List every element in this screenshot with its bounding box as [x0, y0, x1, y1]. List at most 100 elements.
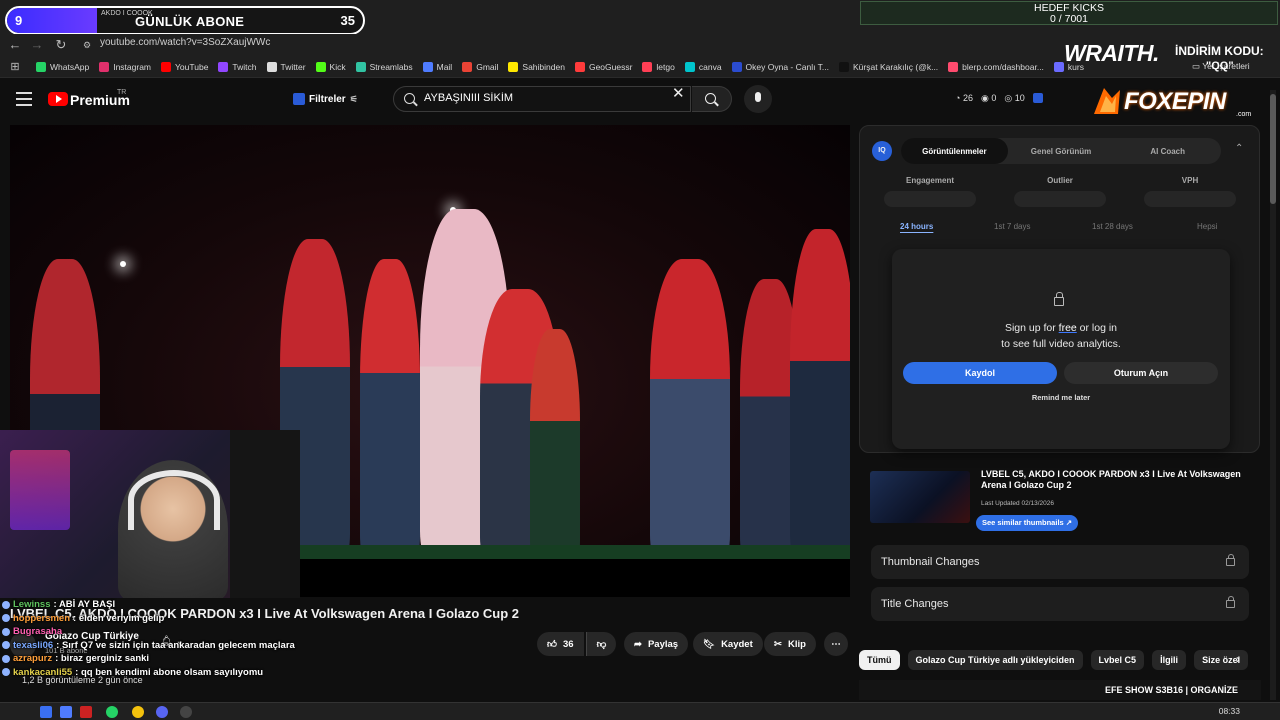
signup-button[interactable]: Kaydol: [903, 362, 1057, 384]
whatsapp-icon[interactable]: [106, 706, 118, 718]
bookmark-item[interactable]: Sahibinden: [508, 56, 565, 78]
bookmark-favicon-icon: [218, 62, 229, 72]
metric-engagement: Engagement: [905, 176, 954, 185]
reload-icon[interactable]: ↻: [52, 36, 70, 54]
scrollbar-thumb[interactable]: [1270, 94, 1276, 204]
app-icon[interactable]: [60, 706, 72, 718]
explorer-icon[interactable]: [40, 706, 52, 718]
url-field[interactable]: youtube.com/watch?v=3SoZXaujWWc: [100, 37, 270, 48]
youtube-logo-icon[interactable]: [48, 92, 68, 106]
search-input[interactable]: [424, 92, 664, 104]
tab-overview[interactable]: Genel Görünüm: [1008, 138, 1115, 164]
bookmark-item[interactable]: Okey Oyna - Canlı T...: [731, 56, 829, 78]
bookmark-item[interactable]: blerp.com/dashboar...: [948, 56, 1044, 78]
room-wall: [230, 430, 300, 598]
search-button[interactable]: [692, 86, 732, 112]
chat-message: azrapurz: biraz gerginiz sanki: [2, 652, 302, 666]
iq-logo-icon: IQ: [872, 141, 892, 161]
bookmark-list: WhatsApp Instagram YouTube Twitch Twitter Kic…: [36, 56, 1094, 78]
login-button[interactable]: Oturum Açın: [1064, 362, 1218, 384]
tab-views[interactable]: Görüntülenmeler: [901, 138, 1008, 164]
range-7-days[interactable]: 1st 7 days: [994, 222, 1030, 231]
youtube-header: Premium TR Filtreler ⚟ ✕ ◔ 26 ◉ 0 ◎ 10: [0, 80, 1280, 120]
chevron-right-icon[interactable]: ›: [1236, 652, 1240, 666]
more-dots-icon: ⋯: [831, 638, 841, 650]
app-icon[interactable]: [80, 706, 92, 718]
bookmark-item[interactable]: YouTube: [161, 56, 208, 78]
bookmark-favicon-icon: [684, 62, 695, 72]
headset-icon: [128, 470, 220, 530]
remind-later-button[interactable]: Remind me later: [892, 393, 1230, 402]
forward-icon[interactable]: →: [28, 36, 46, 54]
range-28-days[interactable]: 1st 28 days: [1092, 222, 1133, 231]
dancer-figure: [360, 259, 420, 559]
clear-search-icon[interactable]: ✕: [672, 84, 685, 102]
bookmark-item[interactable]: Streamlabs: [355, 56, 413, 78]
tab-ai-coach[interactable]: AI Coach: [1114, 138, 1221, 164]
thumbs-down-icon: 👎︎: [596, 639, 607, 650]
dislike-button[interactable]: 👎︎: [586, 632, 616, 656]
chrome-icon[interactable]: [132, 706, 144, 718]
apps-grid-icon[interactable]: ⊞: [6, 58, 24, 76]
obs-icon[interactable]: [180, 706, 192, 718]
thumbnail-card: LVBEL C5, AKDO I COOOK PARDON x3 I Live …: [870, 468, 1250, 531]
discord-icon[interactable]: [156, 706, 168, 718]
bookmark-item[interactable]: Twitch: [218, 56, 257, 78]
share-arrow-icon: ➦: [634, 638, 642, 650]
streamer-webcam: [0, 430, 300, 598]
taskbar-clock: 08:33: [1218, 706, 1240, 716]
chevron-up-icon[interactable]: ⌃: [1235, 143, 1243, 154]
share-button[interactable]: ➦ Paylaş: [624, 632, 689, 656]
chat-username: kankacanli55: [13, 666, 73, 678]
bookmark-favicon-icon: [161, 62, 172, 72]
bookmark-item[interactable]: Kürşat Karakılıç (@k...: [839, 56, 938, 78]
filters-button[interactable]: Filtreler ⚟: [287, 88, 364, 110]
page-scrollbar[interactable]: [1270, 90, 1276, 700]
thumbnail-changes-row[interactable]: Thumbnail Changes: [871, 545, 1249, 579]
iq-tabs: Görüntülenmeler Genel Görünüm AI Coach: [901, 138, 1221, 164]
thumbnail-changes-label: Thumbnail Changes: [881, 556, 980, 568]
chat-badge-icon: [2, 668, 10, 677]
scissors-icon: ✂: [774, 638, 782, 650]
lock-icon: [1226, 554, 1235, 566]
recommendation-chips: Tümü Golazo Cup Türkiye adlı yükleyicide…: [859, 650, 1249, 670]
clip-button[interactable]: ✂ Klip: [764, 632, 816, 656]
bookmark-item[interactable]: Twitter: [266, 56, 306, 78]
chip-related[interactable]: İlgili: [1152, 650, 1187, 670]
folder-icon: ▭: [1192, 61, 1203, 71]
free-link[interactable]: free: [1059, 322, 1077, 334]
chat-badge-icon: [2, 614, 10, 623]
filters-label: Filtreler: [309, 93, 346, 105]
bookmark-item[interactable]: Instagram: [99, 56, 151, 78]
video-thumbnail[interactable]: [870, 471, 970, 523]
similar-thumbnails-button[interactable]: See similar thumbnails ↗: [976, 515, 1079, 531]
bookmark-item[interactable]: letgo: [642, 56, 675, 78]
more-actions-button[interactable]: ⋯: [824, 632, 848, 656]
bookmark-item[interactable]: GeoGuessr: [574, 56, 632, 78]
chip-lvbel[interactable]: Lvbel C5: [1090, 650, 1145, 670]
range-all[interactable]: Hepsi: [1197, 222, 1217, 231]
room-shelf: [10, 450, 70, 530]
voice-search-mic-icon[interactable]: [744, 85, 772, 113]
iq-extension-icon[interactable]: [1032, 93, 1043, 103]
sliders-icon: ⚟: [349, 93, 358, 104]
menu-icon[interactable]: [16, 92, 32, 106]
bookmark-item[interactable]: Kick: [315, 56, 346, 78]
like-button[interactable]: 👍︎ 36: [537, 632, 584, 656]
bookmark-item[interactable]: WhatsApp: [36, 56, 89, 78]
bookmark-item[interactable]: Gmail: [462, 56, 498, 78]
lock-icon: [1054, 292, 1064, 306]
back-icon[interactable]: ←: [6, 36, 24, 54]
site-info-icon[interactable]: ⚙: [78, 36, 96, 54]
chip-all[interactable]: Tümü: [859, 650, 900, 670]
bookmark-item[interactable]: canva: [684, 56, 722, 78]
bookmark-item[interactable]: Mail: [422, 56, 452, 78]
iq-filter-icon: [293, 93, 305, 105]
search-icon: [404, 93, 415, 104]
dancer-figure: [530, 329, 580, 559]
range-24-hours[interactable]: 24 hours: [900, 222, 933, 231]
title-changes-row[interactable]: Title Changes: [871, 587, 1249, 621]
next-video-title[interactable]: EFE SHOW S3B16 | ORGANİZE: [1105, 685, 1238, 695]
chip-uploader[interactable]: Golazo Cup Türkiye adlı yükleyiciden: [907, 650, 1083, 670]
save-button[interactable]: 🔖︎ Kaydet: [693, 632, 763, 656]
